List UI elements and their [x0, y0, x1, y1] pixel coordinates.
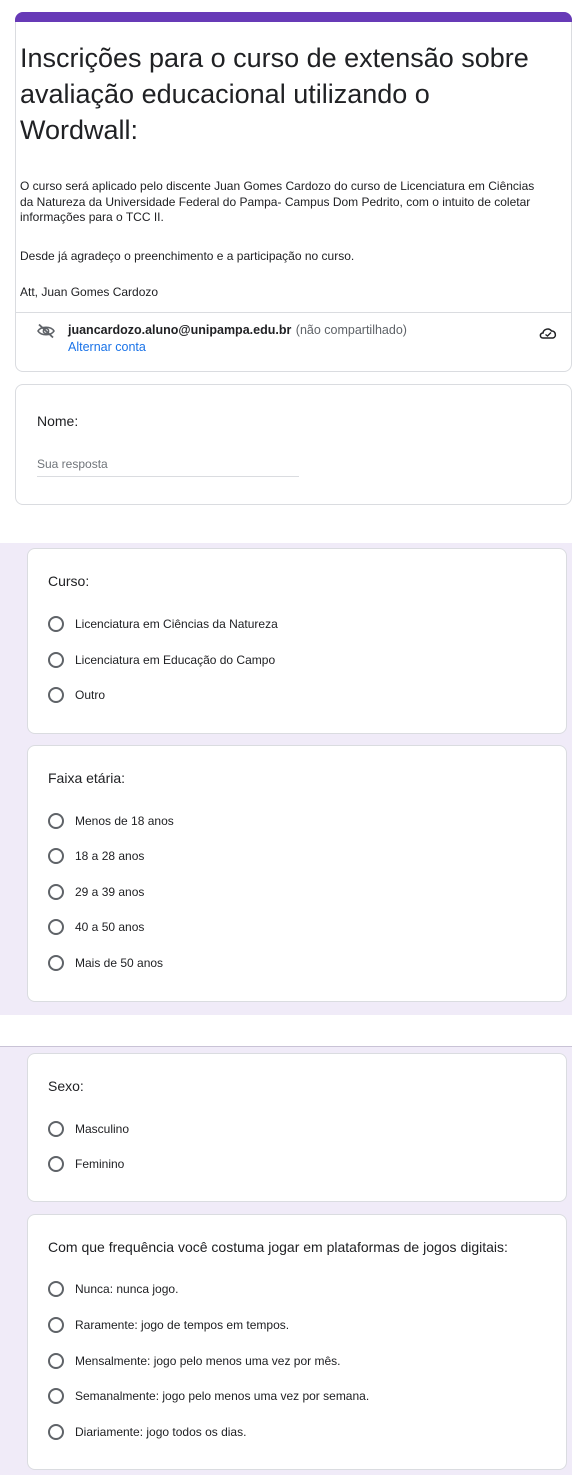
- option-label: Mais de 50 anos: [75, 956, 164, 970]
- question-card-frequencia: Com que frequência você costuma jogar em…: [27, 1214, 567, 1470]
- option-label: 29 a 39 anos: [75, 885, 145, 899]
- radio-option[interactable]: Semanalmente: jogo pelo menos uma vez po…: [48, 1388, 369, 1404]
- question-label-frequencia: Com que frequência você costuma jogar em…: [48, 1239, 508, 1255]
- answer-underline: [37, 476, 299, 477]
- header-divider: [16, 312, 572, 313]
- question-label-faixa-etaria: Faixa etária:: [48, 770, 126, 786]
- question-label-curso: Curso:: [48, 573, 90, 589]
- radio-button[interactable]: [48, 955, 64, 971]
- option-label: Menos de 18 anos: [75, 814, 174, 828]
- radio-button[interactable]: [48, 1281, 64, 1297]
- account-row: juancardozo.aluno@unipampa.edu.br (não c…: [68, 321, 407, 339]
- radio-button[interactable]: [48, 652, 64, 668]
- section-3-top-rule: [0, 1046, 572, 1047]
- radio-option[interactable]: Menos de 18 anos: [48, 813, 174, 829]
- option-label: Masculino: [75, 1122, 130, 1136]
- radio-button[interactable]: [48, 1424, 64, 1440]
- option-label: Semanalmente: jogo pelo menos uma vez po…: [75, 1389, 370, 1403]
- radio-option[interactable]: Diariamente: jogo todos os dias.: [48, 1424, 246, 1440]
- form-description-1: O curso será aplicado pelo discente Juan…: [20, 179, 535, 224]
- radio-option[interactable]: Outro: [48, 687, 105, 703]
- radio-button[interactable]: [48, 1353, 64, 1369]
- radio-option[interactable]: 18 a 28 anos: [48, 848, 144, 864]
- cloud-saved-icon: [538, 326, 558, 345]
- radio-button[interactable]: [48, 616, 64, 632]
- option-label: Feminino: [75, 1157, 125, 1171]
- radio-button[interactable]: [48, 1156, 64, 1172]
- option-label: Mensalmente: jogo pelo menos uma vez por…: [75, 1354, 341, 1368]
- radio-option[interactable]: 40 a 50 anos: [48, 919, 144, 935]
- radio-option[interactable]: 29 a 39 anos: [48, 884, 144, 900]
- option-label: Licenciatura em Educação do Campo: [75, 653, 276, 667]
- form-description-3: Att, Juan Gomes Cardozo: [20, 285, 159, 299]
- radio-button[interactable]: [48, 1121, 64, 1137]
- option-label: Diariamente: jogo todos os dias.: [75, 1425, 247, 1439]
- question-label-sexo: Sexo:: [48, 1078, 84, 1094]
- question-card-nome: Nome: Sua resposta: [15, 384, 572, 505]
- switch-account-link[interactable]: Alternar conta: [68, 340, 146, 354]
- radio-option[interactable]: Licenciatura em Educação do Campo: [48, 652, 275, 668]
- question-label-nome: Nome:: [37, 413, 79, 429]
- radio-option[interactable]: Mensalmente: jogo pelo menos uma vez por…: [48, 1353, 340, 1369]
- eye-off-icon: [36, 323, 56, 344]
- radio-button[interactable]: [48, 813, 64, 829]
- radio-button[interactable]: [48, 848, 64, 864]
- option-label: Licenciatura em Ciências da Natureza: [75, 617, 278, 631]
- option-label: 40 a 50 anos: [75, 920, 145, 934]
- question-card-curso: Curso: Licenciatura em Ciências da Natur…: [27, 548, 567, 734]
- question-card-faixa-etaria: Faixa etária: Menos de 18 anos 18 a 28 a…: [27, 745, 567, 1002]
- radio-option[interactable]: Nunca: nunca jogo.: [48, 1281, 178, 1297]
- question-card-sexo: Sexo: Masculino Feminino: [27, 1053, 567, 1202]
- radio-option[interactable]: Licenciatura em Ciências da Natureza: [48, 616, 278, 632]
- radio-option[interactable]: Mais de 50 anos: [48, 955, 163, 971]
- account-not-shared-note: (não compartilhado): [295, 323, 407, 337]
- option-label: 18 a 28 anos: [75, 849, 145, 863]
- radio-button[interactable]: [48, 1317, 64, 1333]
- option-label: Raramente: jogo de tempos em tempos.: [75, 1318, 290, 1332]
- radio-button[interactable]: [48, 884, 64, 900]
- header-accent-bar: [15, 12, 572, 22]
- answer-input-nome[interactable]: Sua resposta: [37, 457, 108, 471]
- form-description-2: Desde já agradeço o preenchimento e a pa…: [20, 249, 355, 263]
- radio-option[interactable]: Feminino: [48, 1156, 124, 1172]
- radio-button[interactable]: [48, 919, 64, 935]
- option-label: Outro: [75, 688, 106, 702]
- radio-button[interactable]: [48, 687, 64, 703]
- form-title: Inscrições para o curso de extensão sobr…: [20, 43, 529, 145]
- radio-option[interactable]: Raramente: jogo de tempos em tempos.: [48, 1317, 289, 1333]
- account-email: juancardozo.aluno@unipampa.edu.br: [68, 323, 292, 337]
- radio-button[interactable]: [48, 1388, 64, 1404]
- option-label: Nunca: nunca jogo.: [75, 1282, 179, 1296]
- radio-option[interactable]: Masculino: [48, 1121, 129, 1137]
